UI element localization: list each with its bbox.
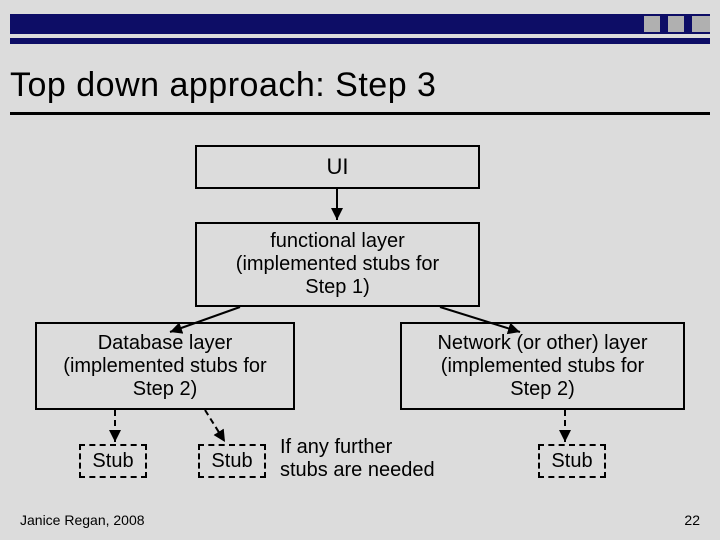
box-network-layer: Network (or other) layer (implemented st…	[400, 322, 685, 410]
box-stub3-label: Stub	[551, 450, 592, 473]
box-ui: UI	[195, 145, 480, 189]
box-database-label: Database layer (implemented stubs for St…	[63, 332, 266, 401]
bar-thin	[10, 38, 710, 44]
box-stub-3: Stub	[538, 444, 606, 478]
box-stub1-label: Stub	[92, 450, 133, 473]
box-ui-label: UI	[327, 154, 349, 179]
note-text: If any further stubs are needed	[280, 436, 435, 482]
title-underline	[10, 112, 710, 115]
bar-notch-icon	[666, 14, 686, 34]
bar-notch-icon	[642, 14, 662, 34]
box-database-layer: Database layer (implemented stubs for St…	[35, 322, 295, 410]
bar-thick	[10, 14, 710, 34]
box-functional-label: functional layer (implemented stubs for …	[236, 230, 439, 299]
slide: Top down approach: Step 3 UI functional …	[0, 0, 720, 540]
box-functional-layer: functional layer (implemented stubs for …	[195, 222, 480, 307]
footer-page-number: 22	[684, 512, 700, 528]
bar-notch-icon	[690, 14, 710, 34]
box-stub-1: Stub	[79, 444, 147, 478]
decorative-top-bar	[10, 14, 710, 44]
footer-author: Janice Regan, 2008	[20, 512, 145, 528]
box-network-label: Network (or other) layer (implemented st…	[437, 332, 647, 401]
slide-title: Top down approach: Step 3	[10, 66, 436, 105]
box-stub2-label: Stub	[211, 450, 252, 473]
note-label: If any further stubs are needed	[280, 436, 435, 481]
box-stub-2: Stub	[198, 444, 266, 478]
